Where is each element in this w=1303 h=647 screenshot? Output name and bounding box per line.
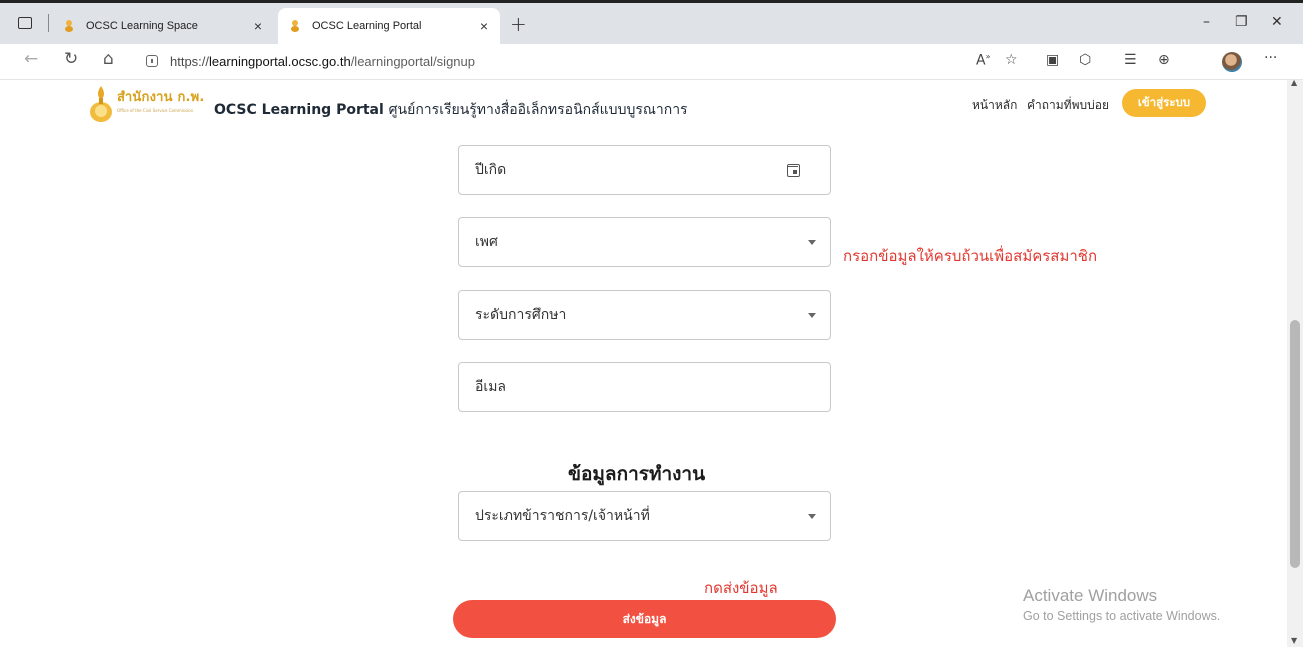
work-section-title: ข้อมูลการทำงาน	[568, 463, 706, 485]
nav-faq-link[interactable]: คำถามที่พบบ่อย	[1027, 96, 1109, 115]
favorite-add-icon[interactable]: ☆	[1005, 52, 1018, 68]
extensions-icon[interactable]: ⬡	[1079, 52, 1091, 68]
chevron-down-icon	[808, 513, 816, 519]
fill-all-annotation: กรอกข้อมูลให้ครบถ้วนเพื่อสมัครสมาชิก	[843, 247, 1098, 265]
more-icon[interactable]: ···	[1264, 50, 1277, 66]
tab-divider	[48, 14, 49, 32]
tab-ocsc-learning-portal[interactable]: OCSC Learning Portal ×	[278, 8, 500, 44]
ocsc-logo-icon[interactable]	[88, 84, 114, 124]
ocsc-favicon-icon	[290, 20, 300, 32]
logo-text-thai: สำนักงาน ก.พ.	[117, 90, 205, 105]
activate-windows-title: Activate Windows	[1023, 586, 1158, 605]
close-window-button[interactable]: ✕	[1271, 14, 1283, 30]
chevron-down-icon	[808, 312, 816, 318]
lock-icon	[146, 55, 158, 67]
tab-label: OCSC Learning Space	[86, 20, 198, 32]
back-icon[interactable]: ←	[24, 49, 38, 69]
window-top-edge	[0, 0, 1303, 3]
url-host: learningportal.ocsc.go.th	[209, 53, 351, 69]
activate-windows-watermark: Activate Windows Go to Settings to activ…	[1023, 586, 1220, 623]
birth-year-label: ปีเกิด	[475, 162, 507, 178]
chevron-down-icon	[808, 239, 816, 245]
gender-label: เพศ	[475, 234, 498, 250]
officer-type-select[interactable]: ประเภทข้าราชการ/เจ้าหน้าที่	[458, 491, 831, 541]
collections-icon[interactable]: ⊕	[1158, 52, 1170, 68]
education-select[interactable]: ระดับการศึกษา	[458, 290, 831, 340]
press-submit-annotation: กดส่งข้อมูล	[704, 579, 778, 597]
favorites-icon[interactable]: ☰	[1124, 52, 1137, 68]
reading-view-icon[interactable]: ▣	[1046, 52, 1059, 68]
site-title-th: ศูนย์การเรียนรู้ทางสื่ออิเล็กทรอนิกส์แบบ…	[388, 102, 688, 118]
email-label: อีเมล	[475, 379, 507, 395]
calendar-icon[interactable]	[787, 163, 800, 177]
tab-ocsc-learning-space[interactable]: OCSC Learning Space ×	[52, 8, 274, 44]
gender-select[interactable]: เพศ	[458, 217, 831, 267]
home-icon[interactable]: ⌂	[103, 49, 114, 69]
site-title[interactable]: OCSC Learning Portal ศูนย์การเรียนรู้ทาง…	[214, 99, 688, 121]
tab-label: OCSC Learning Portal	[312, 20, 422, 32]
nav-home-link[interactable]: หน้าหลัก	[972, 96, 1017, 115]
restore-button[interactable]: ❐	[1235, 14, 1248, 30]
tab-actions-icon[interactable]	[18, 17, 32, 29]
refresh-icon[interactable]: ↻	[64, 49, 78, 69]
read-aloud-icon[interactable]: A»	[976, 52, 990, 69]
minimize-button[interactable]: –	[1203, 14, 1210, 30]
activate-windows-subtitle: Go to Settings to activate Windows.	[1023, 609, 1221, 623]
education-label: ระดับการศึกษา	[475, 307, 567, 323]
tab-close-icon[interactable]: ×	[246, 18, 270, 34]
officer-type-label: ประเภทข้าราชการ/เจ้าหน้าที่	[475, 508, 650, 524]
tab-close-icon[interactable]: ×	[472, 18, 496, 34]
birth-year-field[interactable]: ปีเกิด	[458, 145, 831, 195]
site-title-en: OCSC Learning Portal	[214, 102, 384, 118]
email-field[interactable]: อีเมล	[458, 362, 831, 412]
scroll-down-icon[interactable]: ▼	[1291, 636, 1297, 645]
scrollbar-thumb[interactable]	[1290, 320, 1300, 568]
new-tab-button[interactable]: +	[510, 12, 527, 36]
scroll-up-icon[interactable]: ▲	[1291, 78, 1297, 87]
ocsc-favicon-icon	[64, 20, 74, 32]
url-path: /learningportal/signup	[350, 53, 475, 69]
url-field[interactable]: https://learningportal.ocsc.go.th/learni…	[140, 48, 960, 74]
login-button[interactable]: เข้าสู่ระบบ	[1122, 89, 1206, 117]
profile-avatar[interactable]	[1222, 52, 1242, 72]
url-prefix: https://	[170, 53, 210, 69]
submit-button[interactable]: ส่งข้อมูล	[453, 600, 836, 638]
logo-text-english: Office of the Civil Service Commission	[117, 108, 194, 113]
